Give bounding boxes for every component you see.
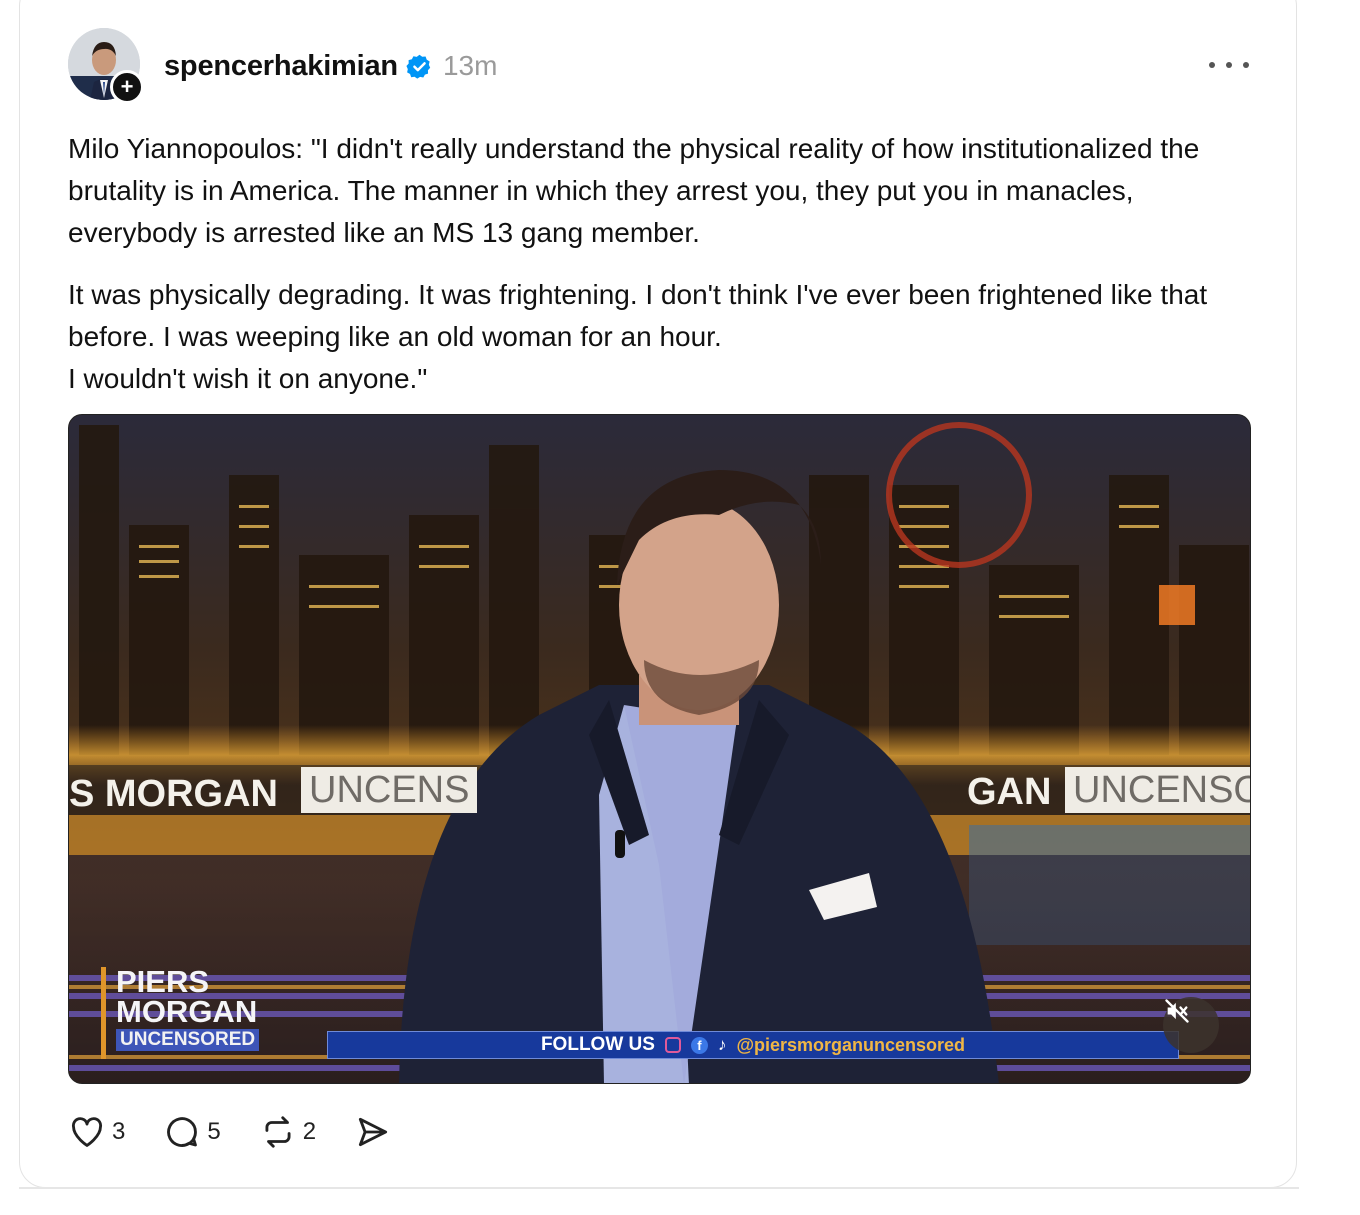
- share-button[interactable]: [354, 1113, 392, 1151]
- channel-handle: @piersmorganuncensored: [736, 1034, 966, 1055]
- follow-bar: FOLLOW US f ♪ @piersmorganuncensored: [327, 1031, 1179, 1059]
- instagram-icon: [664, 1037, 681, 1053]
- repost-icon: [265, 1116, 291, 1148]
- post-header: spencerhakimian 13m: [164, 44, 497, 88]
- verified-badge-icon: [406, 54, 431, 79]
- username[interactable]: spencerhakimian: [164, 50, 398, 83]
- banner-right-a: GAN: [967, 771, 1052, 813]
- reply-count: 5: [207, 1118, 221, 1145]
- divider: [19, 1187, 1299, 1189]
- repost-count: 2: [302, 1118, 317, 1145]
- logo-line2: MORGAN: [116, 994, 258, 1029]
- banner-right-b: UNCENSO: [1065, 767, 1250, 813]
- post-paragraph: It was physically degrading. It was frig…: [68, 279, 1208, 394]
- plus-icon: +: [120, 74, 134, 99]
- like-count: 3: [112, 1118, 126, 1145]
- show-logo: PIERS MORGAN UNCENSORED: [101, 964, 296, 1059]
- video-player[interactable]: S MORGAN UNCENS GAN UNCENSO PIERS MORGAN…: [68, 414, 1251, 1084]
- tiktok-icon: ♪: [717, 1035, 727, 1054]
- more-icon[interactable]: [1209, 52, 1249, 78]
- heart-icon: [72, 1117, 102, 1147]
- follow-button[interactable]: +: [110, 70, 144, 104]
- comment-icon: [167, 1117, 198, 1147]
- repost-button[interactable]: 2: [259, 1113, 316, 1151]
- post-text: Milo Yiannopoulos: "I didn't really unde…: [68, 128, 1238, 400]
- muted-speaker-icon: [1165, 999, 1189, 1023]
- like-button[interactable]: 3: [68, 1113, 125, 1151]
- send-icon: [358, 1117, 388, 1147]
- follow-label: FOLLOW US: [540, 1034, 655, 1055]
- mute-toggle-button[interactable]: [1163, 997, 1219, 1053]
- reply-button[interactable]: 5: [163, 1113, 221, 1151]
- banner-left-b: UNCENS: [301, 767, 478, 813]
- facebook-icon: f: [690, 1036, 708, 1054]
- action-bar: 3 5 2: [68, 1110, 430, 1154]
- post-paragraph: Milo Yiannopoulos: "I didn't really unde…: [68, 133, 1200, 248]
- logo-line3: UNCENSORED: [116, 1029, 260, 1051]
- banner-left-a: S MORGAN: [69, 773, 278, 815]
- logo-line1: PIERS: [116, 964, 210, 999]
- post-timestamp: 13m: [442, 50, 498, 81]
